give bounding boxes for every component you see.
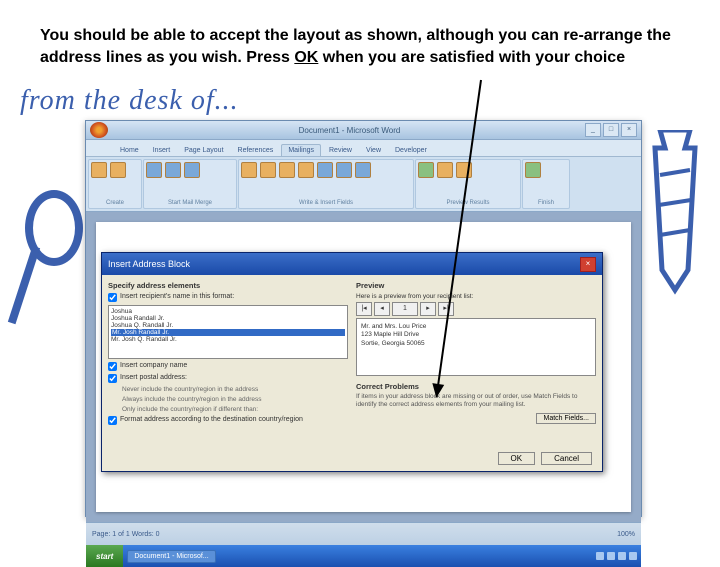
insert-name-checkbox[interactable] (108, 293, 117, 302)
office-button-icon[interactable] (90, 122, 108, 138)
maximize-button[interactable]: □ (603, 123, 619, 137)
status-zoom[interactable]: 100% (617, 531, 635, 538)
nav-next-button[interactable]: ▸ (420, 302, 436, 316)
word-application-window: Document1 - Microsoft Word _ □ × Home In… (85, 120, 642, 517)
minimize-button[interactable]: _ (585, 123, 601, 137)
start-merge-icon[interactable] (146, 162, 162, 178)
tie-icon (640, 130, 710, 330)
labels-icon[interactable] (110, 162, 126, 178)
radio-always-include[interactable]: Always include the country/region in the… (122, 396, 348, 404)
tab-mailings[interactable]: Mailings (281, 144, 321, 156)
address-block-icon[interactable] (260, 162, 276, 178)
ribbon-group-create: Create (88, 159, 142, 209)
select-recipients-icon[interactable] (165, 162, 181, 178)
ribbon-group-finish: Finish (522, 159, 570, 209)
cancel-button[interactable]: Cancel (541, 452, 592, 465)
ribbon-group-start-merge: Start Mail Merge (143, 159, 237, 209)
windows-taskbar: start Document1 - Microsof... (86, 545, 641, 567)
nav-index[interactable]: 1 (392, 302, 418, 316)
tab-home[interactable]: Home (114, 145, 145, 156)
instruction-text: You should be able to accept the layout … (40, 25, 680, 70)
edit-recipients-icon[interactable] (184, 162, 200, 178)
match-fields-button[interactable]: Match Fields... (536, 413, 596, 424)
preview-hint: Here is a preview from your recipient li… (356, 293, 596, 300)
taskbar-word-button[interactable]: Document1 - Microsof... (127, 550, 215, 563)
find-recipient-icon[interactable] (437, 162, 453, 178)
decorative-letter-icon (20, 190, 80, 310)
preview-results-icon[interactable] (418, 162, 434, 178)
word-title: Document1 - Microsoft Word (114, 126, 585, 135)
ok-button[interactable]: OK (498, 452, 536, 465)
update-labels-icon[interactable] (355, 162, 371, 178)
system-tray[interactable] (596, 552, 641, 560)
tab-insert[interactable]: Insert (147, 145, 177, 156)
preview-nav: |◂ ◂ 1 ▸ ▸| (356, 302, 596, 316)
ribbon-tabs: Home Insert Page Layout References Maili… (86, 140, 641, 157)
insert-postal-checkbox[interactable] (108, 374, 117, 383)
tab-page-layout[interactable]: Page Layout (178, 145, 229, 156)
highlight-icon[interactable] (241, 162, 257, 178)
greeting-line-icon[interactable] (279, 162, 295, 178)
preview-heading: Preview (356, 281, 596, 290)
dialog-title-text: Insert Address Block (108, 259, 190, 269)
nav-prev-button[interactable]: ◂ (374, 302, 390, 316)
close-button[interactable]: × (621, 123, 637, 137)
ribbon-group-write-insert: Write & Insert Fields (238, 159, 414, 209)
insert-address-block-dialog: Insert Address Block × Specify address e… (101, 252, 603, 472)
status-left: Page: 1 of 1 Words: 0 (92, 531, 160, 538)
radio-only-include[interactable]: Only include the country/region if diffe… (122, 406, 348, 414)
rules-icon[interactable] (317, 162, 333, 178)
dialog-right-panel: Preview Here is a preview from your reci… (356, 281, 596, 428)
nav-first-button[interactable]: |◂ (356, 302, 372, 316)
match-fields-icon[interactable] (336, 162, 352, 178)
dialog-titlebar: Insert Address Block × (102, 253, 602, 275)
insert-merge-field-icon[interactable] (298, 162, 314, 178)
tab-developer[interactable]: Developer (389, 145, 433, 156)
background-desk-text: from the desk of... (20, 85, 239, 117)
format-address-checkbox[interactable] (108, 416, 117, 425)
address-preview-box: Mr. and Mrs. Lou Price 123 Maple Hill Dr… (356, 318, 596, 376)
specify-elements-heading: Specify address elements (108, 281, 348, 290)
name-format-listbox[interactable]: Joshua Joshua Randall Jr. Joshua Q. Rand… (108, 305, 348, 359)
word-statusbar: Page: 1 of 1 Words: 0 100% (86, 522, 641, 545)
tab-review[interactable]: Review (323, 145, 358, 156)
document-area: Insert Address Block × Specify address e… (86, 212, 641, 522)
dialog-left-panel: Specify address elements Insert recipien… (108, 281, 348, 428)
radio-never-include[interactable]: Never include the country/region in the … (122, 386, 348, 394)
finish-merge-icon[interactable] (525, 162, 541, 178)
envelopes-icon[interactable] (91, 162, 107, 178)
tab-references[interactable]: References (232, 145, 280, 156)
tab-view[interactable]: View (360, 145, 387, 156)
correct-problems-section: Correct Problems If items in your addres… (356, 382, 596, 409)
start-button[interactable]: start (86, 545, 123, 567)
insert-company-checkbox[interactable] (108, 362, 117, 371)
word-titlebar: Document1 - Microsoft Word _ □ × (86, 121, 641, 140)
ribbon-body: Create Start Mail Merge Write & Insert F… (86, 157, 641, 212)
dialog-close-button[interactable]: × (580, 257, 596, 272)
